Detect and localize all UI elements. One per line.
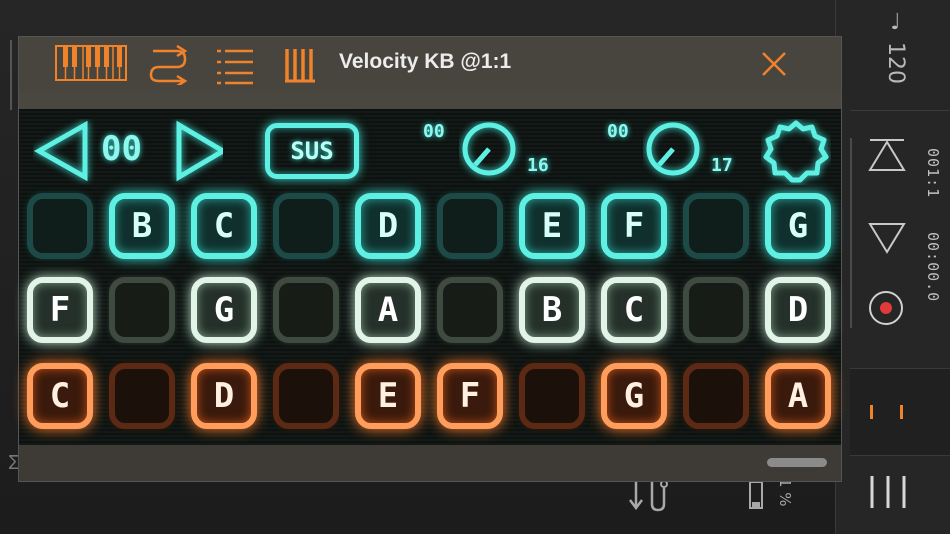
key-pad[interactable]: G bbox=[765, 193, 831, 259]
key-pad[interactable]: F bbox=[601, 193, 667, 259]
key-pad[interactable]: C bbox=[191, 193, 257, 259]
plugin-subbar bbox=[19, 91, 841, 110]
key-pad[interactable]: E bbox=[355, 363, 421, 429]
key-pad[interactable] bbox=[683, 363, 749, 429]
key-pad[interactable]: F bbox=[27, 277, 93, 343]
key-pad[interactable]: D bbox=[191, 363, 257, 429]
key-label: C bbox=[49, 376, 71, 416]
piano-keys-icon[interactable] bbox=[55, 45, 127, 83]
time-display: 00:00.0 bbox=[924, 232, 942, 303]
bars-icon[interactable] bbox=[283, 45, 319, 85]
knob2-value: 00 bbox=[607, 121, 629, 142]
mixer-bars-icon[interactable] bbox=[866, 472, 910, 512]
key-pad[interactable] bbox=[273, 193, 339, 259]
knob2[interactable] bbox=[643, 121, 707, 181]
key-pad[interactable]: A bbox=[355, 277, 421, 343]
key-pad[interactable]: G bbox=[601, 363, 667, 429]
midi-routing-icon[interactable] bbox=[626, 478, 676, 512]
key-label: F bbox=[49, 290, 71, 330]
key-label: C bbox=[213, 206, 235, 246]
slot-marker-right bbox=[900, 405, 903, 419]
sidebar-vline bbox=[850, 138, 852, 328]
key-label: G bbox=[213, 290, 235, 330]
key-pad[interactable] bbox=[437, 277, 503, 343]
sidebar-divider bbox=[850, 110, 950, 111]
settings-gear-icon[interactable] bbox=[761, 119, 831, 185]
octave-up-button[interactable] bbox=[169, 119, 225, 185]
key-pad[interactable] bbox=[109, 277, 175, 343]
knob1[interactable] bbox=[459, 121, 523, 181]
key-pad[interactable]: G bbox=[191, 277, 257, 343]
record-button[interactable] bbox=[866, 288, 906, 328]
sustain-button[interactable]: SUS bbox=[265, 123, 359, 179]
knob2-label: 17 bbox=[711, 155, 733, 176]
key-label: D bbox=[377, 206, 399, 246]
knob1-value: 00 bbox=[423, 121, 445, 142]
octave-value: 00 bbox=[101, 129, 142, 169]
key-pad[interactable]: B bbox=[109, 193, 175, 259]
key-pad[interactable]: D bbox=[765, 277, 831, 343]
key-label: C bbox=[623, 290, 645, 330]
key-label: D bbox=[787, 290, 809, 330]
resize-grip[interactable] bbox=[767, 458, 827, 467]
key-pad[interactable]: F bbox=[437, 363, 503, 429]
plugin-titlebar: Velocity KB @1:1 bbox=[19, 37, 841, 91]
octave-down-button[interactable] bbox=[33, 119, 89, 185]
key-pad[interactable] bbox=[27, 193, 93, 259]
key-pad[interactable] bbox=[683, 277, 749, 343]
key-pad[interactable] bbox=[109, 363, 175, 429]
close-icon[interactable] bbox=[757, 47, 791, 81]
key-label: A bbox=[377, 290, 399, 330]
key-label: G bbox=[787, 206, 809, 246]
key-pad[interactable] bbox=[273, 277, 339, 343]
active-plugin-slot[interactable] bbox=[850, 368, 950, 456]
plugin-footer bbox=[19, 445, 841, 481]
key-pad[interactable]: C bbox=[601, 277, 667, 343]
cpu-percent: 1 % bbox=[776, 478, 794, 507]
key-pad[interactable]: D bbox=[355, 193, 421, 259]
rewind-button[interactable] bbox=[866, 136, 908, 174]
plugin-window: Velocity KB @1:1 00 SUS 00 16 00 17 B C … bbox=[18, 36, 842, 482]
plugin-title: Velocity KB @1:1 bbox=[339, 50, 512, 73]
battery-icon bbox=[749, 480, 763, 509]
key-pad[interactable]: C bbox=[27, 363, 93, 429]
key-label: A bbox=[787, 376, 809, 416]
key-pad[interactable] bbox=[273, 363, 339, 429]
knob1-label: 16 bbox=[527, 155, 549, 176]
sustain-label: SUS bbox=[290, 137, 334, 165]
key-label: F bbox=[459, 376, 481, 416]
key-label: F bbox=[623, 206, 645, 246]
list-icon[interactable] bbox=[215, 45, 255, 85]
key-pad[interactable] bbox=[683, 193, 749, 259]
key-pad[interactable]: A bbox=[765, 363, 831, 429]
key-label: E bbox=[377, 376, 399, 416]
slot-marker-left bbox=[870, 405, 873, 419]
key-pad[interactable] bbox=[519, 363, 585, 429]
key-label: G bbox=[623, 376, 645, 416]
key-label: B bbox=[131, 206, 153, 246]
key-pad[interactable] bbox=[437, 193, 503, 259]
routing-icon[interactable] bbox=[147, 45, 191, 85]
key-pad[interactable]: E bbox=[519, 193, 585, 259]
key-pad[interactable]: B bbox=[519, 277, 585, 343]
play-button[interactable] bbox=[866, 218, 908, 256]
keyboard-panel: 00 SUS 00 16 00 17 B C D E F G F G A B C D C D E F G A bbox=[19, 109, 841, 445]
key-label: E bbox=[541, 206, 563, 246]
tempo-display[interactable]: ♩ 120 bbox=[868, 10, 908, 90]
key-label: B bbox=[541, 290, 563, 330]
key-label: D bbox=[213, 376, 235, 416]
